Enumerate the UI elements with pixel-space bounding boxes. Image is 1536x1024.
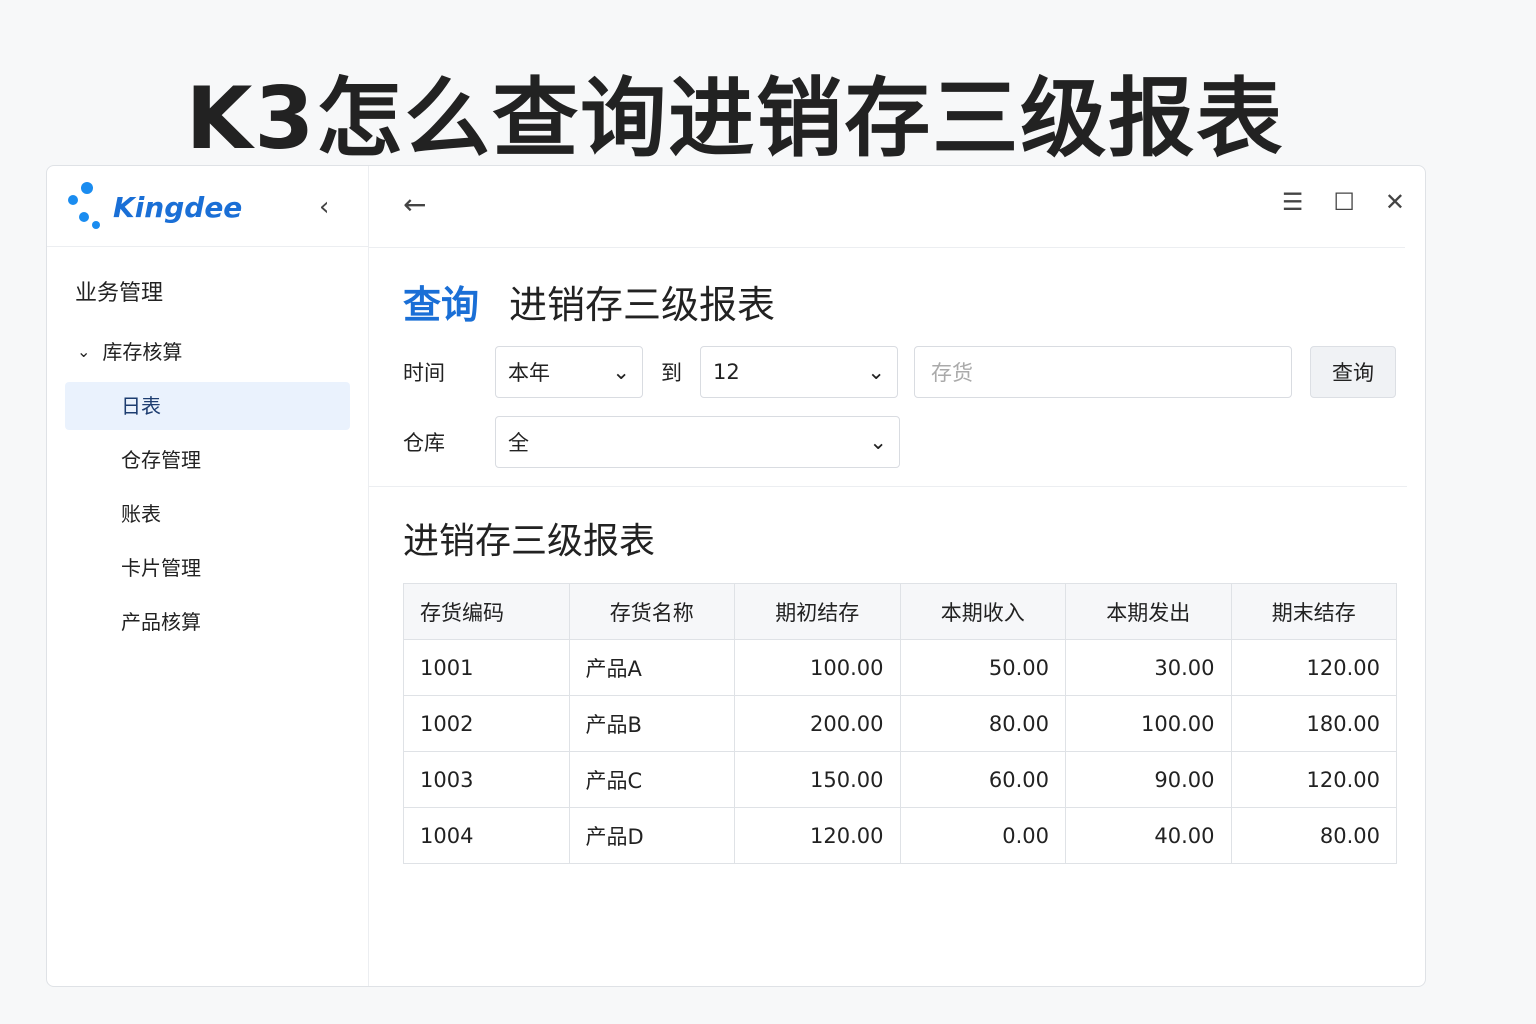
sidebar-item-ledger[interactable]: 账表 bbox=[65, 490, 350, 538]
collapse-sidebar-icon[interactable]: ‹ bbox=[319, 192, 329, 222]
title-prefix: 查询 bbox=[403, 283, 480, 327]
minimize-icon[interactable]: ☰ bbox=[1282, 188, 1304, 216]
page-title: 查询 进销存三级报表 bbox=[403, 274, 775, 329]
table-cell: 60.00 bbox=[899, 751, 1066, 808]
time-to-value: 12 bbox=[713, 360, 740, 384]
table-cell: 1001 bbox=[403, 639, 570, 696]
table-cell: 120.00 bbox=[1230, 751, 1397, 808]
logo-dots-icon bbox=[68, 182, 100, 229]
table-cell: 90.00 bbox=[1065, 751, 1232, 808]
table-cell: 80.00 bbox=[899, 695, 1066, 752]
kingdee-logo: Kingdee bbox=[67, 182, 242, 232]
column-header[interactable]: 存货编码 bbox=[403, 583, 570, 640]
column-header[interactable]: 本期收入 bbox=[899, 583, 1066, 640]
table-cell: 40.00 bbox=[1065, 807, 1232, 864]
sidebar-item-warehouse[interactable]: 仓存管理 bbox=[65, 436, 350, 484]
column-header[interactable]: 期初结存 bbox=[734, 583, 901, 640]
warehouse-label: 仓库 bbox=[403, 431, 445, 455]
title-text: 进销存三级报表 bbox=[509, 283, 776, 327]
table-row[interactable]: 1001 产品A 100.00 50.00 30.00 120.00 bbox=[403, 639, 1397, 696]
nav-section-label: 库存核算 bbox=[102, 340, 183, 364]
table-row[interactable]: 1003 产品C 150.00 60.00 90.00 120.00 bbox=[403, 751, 1397, 808]
time-label: 时间 bbox=[403, 361, 445, 385]
nav-section[interactable]: ⌄ 库存核算 bbox=[47, 322, 368, 382]
table-cell: 200.00 bbox=[734, 695, 901, 752]
time-from-value: 本年 bbox=[508, 361, 550, 385]
time-from-select[interactable]: 本年 ⌄ bbox=[495, 346, 643, 398]
report-table: 存货编码 存货名称 期初结存 本期收入 本期发出 期末结存 1001 产品A 100.00 50… bbox=[403, 583, 1397, 864]
table-row[interactable]: 1004 产品D 120.00 0.00 40.00 80.00 bbox=[403, 807, 1397, 864]
table-cell: 100.00 bbox=[734, 639, 901, 696]
back-arrow-icon[interactable]: ← bbox=[403, 188, 426, 221]
table-cell: 0.00 bbox=[899, 807, 1066, 864]
table-cell: 180.00 bbox=[1230, 695, 1397, 752]
page-headline: K3怎么查询进销存三级报表 bbox=[185, 69, 1285, 169]
table-cell: 产品C bbox=[568, 751, 735, 808]
chevron-down-icon: ⌄ bbox=[77, 342, 91, 361]
table-cell: 产品B bbox=[568, 695, 735, 752]
table-cell: 1004 bbox=[403, 807, 570, 864]
warehouse-select[interactable]: 全 ⌄ bbox=[495, 416, 900, 468]
app-window: Kingdee ‹ 业务管理 ⌄ 库存核算 日表 仓存管理 账表 卡片管理 产品核… bbox=[46, 165, 1426, 987]
main-panel: ← ☰ ☐ ✕ 查询 进销存三级报表 时间 本年 ⌄ 到 12 ⌄ 存货 查询 仓库 … bbox=[369, 166, 1425, 986]
table-cell: 1003 bbox=[403, 751, 570, 808]
table-cell: 1002 bbox=[403, 695, 570, 752]
table-cell: 80.00 bbox=[1230, 807, 1397, 864]
nav-group[interactable]: 业务管理 bbox=[47, 266, 368, 322]
column-header[interactable]: 期末结存 bbox=[1230, 583, 1397, 640]
to-label: 到 bbox=[661, 361, 682, 385]
sidebar: Kingdee ‹ 业务管理 ⌄ 库存核算 日表 仓存管理 账表 卡片管理 产品核… bbox=[47, 166, 369, 986]
table-cell: 100.00 bbox=[1065, 695, 1232, 752]
brand-name: Kingdee bbox=[113, 190, 243, 224]
table-cell: 30.00 bbox=[1065, 639, 1232, 696]
chevron-down-icon: ⌄ bbox=[869, 430, 887, 454]
table-cell: 120.00 bbox=[1230, 639, 1397, 696]
sidebar-item-product[interactable]: 产品核算 bbox=[65, 598, 350, 646]
table-cell: 产品D bbox=[568, 807, 735, 864]
chevron-down-icon: ⌄ bbox=[612, 360, 630, 384]
item-search-input[interactable]: 存货 bbox=[914, 346, 1292, 398]
chevron-down-icon: ⌄ bbox=[867, 360, 885, 384]
report-title: 进销存三级报表 bbox=[403, 521, 656, 562]
table-cell: 产品A bbox=[568, 639, 735, 696]
column-header[interactable]: 存货名称 bbox=[568, 583, 735, 640]
sidebar-item-card[interactable]: 卡片管理 bbox=[65, 544, 350, 592]
warehouse-value: 全 bbox=[508, 431, 529, 455]
table-cell: 150.00 bbox=[734, 751, 901, 808]
table-cell: 120.00 bbox=[734, 807, 901, 864]
maximize-icon[interactable]: ☐ bbox=[1333, 188, 1355, 216]
table-row[interactable]: 1002 产品B 200.00 80.00 100.00 180.00 bbox=[403, 695, 1397, 752]
table-cell: 50.00 bbox=[899, 639, 1066, 696]
query-button[interactable]: 查询 bbox=[1310, 346, 1396, 398]
time-to-select[interactable]: 12 ⌄ bbox=[700, 346, 898, 398]
column-header[interactable]: 本期发出 bbox=[1065, 583, 1232, 640]
sidebar-item-daily[interactable]: 日表 bbox=[65, 382, 350, 430]
close-icon[interactable]: ✕ bbox=[1385, 188, 1405, 216]
